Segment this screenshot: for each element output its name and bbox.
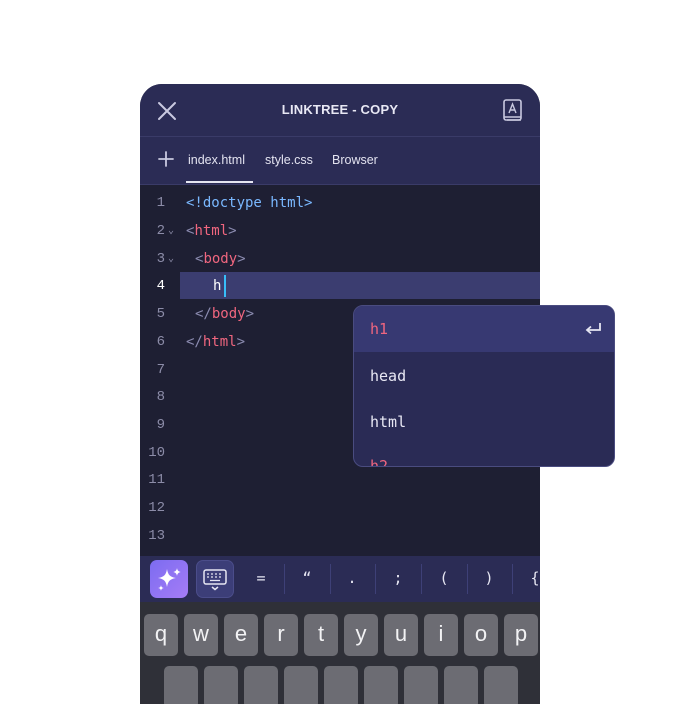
key-y[interactable]: y xyxy=(344,614,378,656)
key-o[interactable]: o xyxy=(464,614,498,656)
suggestion-item[interactable]: h2 xyxy=(354,443,614,467)
line-code: h xyxy=(213,278,222,294)
key-r[interactable]: r xyxy=(264,614,298,656)
line-number: 12 xyxy=(148,500,165,516)
keyboard-key[interactable] xyxy=(364,666,398,704)
suggestion-item[interactable]: html xyxy=(354,399,614,445)
key-i[interactable]: i xyxy=(424,614,458,656)
line-number: 10 xyxy=(148,445,165,461)
line-number: 8 xyxy=(156,389,165,405)
tab-browser[interactable]: Browser xyxy=(332,153,378,167)
fold-chevron-icon[interactable]: ⌄ xyxy=(168,217,174,245)
sparkles-icon xyxy=(158,568,181,591)
symbol-key[interactable]: = xyxy=(251,569,271,587)
line-number: 1 xyxy=(156,195,165,211)
key-t[interactable]: t xyxy=(304,614,338,656)
fold-chevron-icon[interactable]: ⌄ xyxy=(168,245,174,273)
page-title: LINKTREE - COPY xyxy=(281,102,399,117)
line-code: </body> xyxy=(195,306,255,322)
symbol-key[interactable]: ; xyxy=(388,569,408,587)
key-e[interactable]: e xyxy=(224,614,258,656)
divider xyxy=(467,564,468,594)
line-number: 3 xyxy=(156,251,165,267)
keyboard-key[interactable] xyxy=(164,666,198,704)
divider xyxy=(284,564,285,594)
symbol-key[interactable]: “ xyxy=(297,569,317,587)
keyboard-key[interactable] xyxy=(324,666,358,704)
code-line: 13 xyxy=(140,522,540,550)
suggestion-item-selected[interactable]: h1 xyxy=(354,306,614,352)
code-line: 2 ⌄ <html> xyxy=(140,217,540,245)
keyboard-toggle-button[interactable] xyxy=(196,560,234,598)
divider xyxy=(330,564,331,594)
symbol-key[interactable]: ) xyxy=(479,569,499,587)
symbol-key[interactable]: ( xyxy=(434,569,454,587)
divider xyxy=(375,564,376,594)
suggestion-label: head xyxy=(370,367,407,385)
line-number: 6 xyxy=(156,334,165,350)
keyboard-key[interactable] xyxy=(484,666,518,704)
header-bar: LINKTREE - COPY xyxy=(140,84,540,137)
symbol-key[interactable]: { xyxy=(525,569,540,587)
keyboard-icon xyxy=(203,569,227,591)
code-line: 12 xyxy=(140,494,540,522)
ai-assist-button[interactable] xyxy=(150,560,188,598)
tab-index-html[interactable]: index.html xyxy=(188,153,245,167)
code-line-current: 4 h xyxy=(140,272,540,300)
line-number: 2 xyxy=(156,223,165,239)
suggestion-label: h2 xyxy=(370,457,389,467)
keyboard-key[interactable] xyxy=(244,666,278,704)
keyboard-key[interactable] xyxy=(404,666,438,704)
code-line: 3 ⌄ <body> xyxy=(140,245,540,273)
line-number: 7 xyxy=(156,362,165,378)
suggestion-label: h1 xyxy=(370,320,389,338)
enter-icon xyxy=(585,323,601,335)
line-number: 11 xyxy=(148,472,165,488)
key-q[interactable]: q xyxy=(144,614,178,656)
line-code: <body> xyxy=(195,251,246,267)
file-tabs: index.html style.css Browser xyxy=(140,137,540,185)
code-line: 1 <!doctype html> xyxy=(140,189,540,217)
divider xyxy=(421,564,422,594)
key-w[interactable]: w xyxy=(184,614,218,656)
keyboard-key[interactable] xyxy=(284,666,318,704)
text-caret xyxy=(224,275,226,297)
symbol-key[interactable]: . xyxy=(342,569,362,587)
keyboard-key[interactable] xyxy=(204,666,238,704)
active-tab-indicator xyxy=(186,181,253,183)
key-p[interactable]: p xyxy=(504,614,538,656)
line-code: <html> xyxy=(186,223,237,239)
tab-style-css[interactable]: style.css xyxy=(265,153,313,167)
font-book-icon[interactable] xyxy=(502,98,524,124)
line-number: 5 xyxy=(156,306,165,322)
suggestion-item[interactable]: head xyxy=(354,353,614,399)
line-number: 4 xyxy=(156,278,165,294)
line-code: <!doctype html> xyxy=(186,195,313,211)
add-file-icon[interactable] xyxy=(157,150,175,168)
onscreen-keyboard: q w e r t y u i o p xyxy=(140,602,540,704)
code-line: 11 xyxy=(140,466,540,494)
line-number: 9 xyxy=(156,417,165,433)
keyboard-key[interactable] xyxy=(444,666,478,704)
symbol-toolbar: = “ . ; ( ) { xyxy=(140,556,540,602)
line-number: 13 xyxy=(148,528,165,544)
key-u[interactable]: u xyxy=(384,614,418,656)
suggestion-label: html xyxy=(370,413,407,431)
line-code: </html> xyxy=(186,334,246,350)
divider xyxy=(512,564,513,594)
autocomplete-popup: h1 head html h2 xyxy=(353,305,615,467)
